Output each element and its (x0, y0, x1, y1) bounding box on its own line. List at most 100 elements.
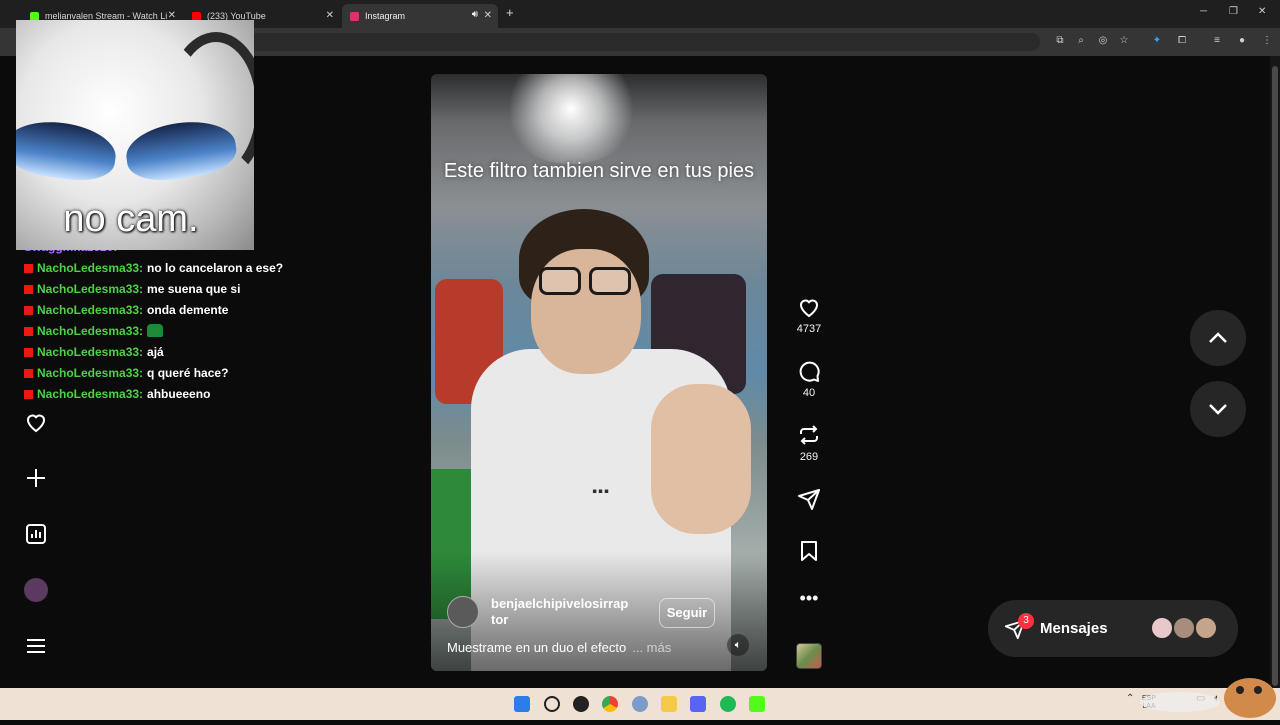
chat-message: q queré hace? (147, 366, 229, 380)
discord-icon[interactable] (690, 696, 706, 712)
search-icon[interactable] (544, 696, 560, 712)
shirt-print: ▪▪▪ (591, 484, 609, 500)
chrome-icon[interactable] (602, 696, 618, 712)
chat-line: NachoLedesma33: q queré hace? (24, 366, 404, 387)
chat-username: NachoLedesma33: (37, 345, 144, 359)
moderator-badge-icon (24, 390, 33, 399)
dashboard-icon[interactable] (24, 522, 48, 546)
kick-icon[interactable] (749, 696, 765, 712)
extensions-puzzle-icon[interactable]: ⧠ (1176, 35, 1188, 47)
reel-description: Muestrame en un duo el efecto ... más (447, 640, 671, 655)
tray-chevron-icon[interactable]: ⌃ (1126, 694, 1134, 704)
audio-track-thumbnail[interactable] (796, 643, 822, 669)
chat-username: NachoLedesma33: (37, 324, 144, 338)
chat-username: NachoLedesma33: (37, 303, 144, 317)
author-username[interactable]: benjaelchipivelosirraptor (491, 596, 631, 628)
comments-count: 40 (802, 387, 816, 399)
install-app-icon[interactable]: ⧉ (1054, 35, 1066, 47)
reel-video[interactable]: ▪▪▪ Este filtro tambien sirve en tus pie… (431, 74, 767, 671)
chat-message: onda demente (147, 303, 229, 317)
webcam-overlay: no cam. (16, 20, 254, 250)
chat-line: NachoLedesma33: no lo cancelaron a ese? (24, 261, 404, 282)
close-tab-icon[interactable]: ✕ (326, 10, 334, 21)
windows-start-icon[interactable] (514, 696, 530, 712)
new-tab-icon[interactable]: + (506, 5, 514, 20)
chevron-down-icon (1209, 404, 1227, 415)
tab-title: Instagram (365, 11, 406, 21)
contact-avatar (1172, 616, 1196, 640)
minimize-icon[interactable]: ─ (1200, 6, 1207, 17)
moderator-badge-icon (24, 306, 33, 315)
send-icon (798, 489, 820, 510)
heart-nav-icon[interactable] (24, 410, 48, 434)
scrollbar-thumb[interactable] (1272, 66, 1278, 686)
chat-username: NachoLedesma33: (37, 282, 144, 296)
reading-list-icon[interactable]: ≡ (1211, 35, 1223, 47)
previous-reel-button[interactable] (1190, 310, 1246, 366)
chat-line: NachoLedesma33: onda demente (24, 303, 404, 324)
profile-avatar-icon[interactable]: ● (1236, 35, 1248, 47)
cat-sticker-overlay (1140, 660, 1280, 720)
close-tab-icon[interactable]: ✕ (484, 10, 492, 21)
chat-line: NachoLedesma33: ahbueeeno (24, 387, 404, 408)
audio-playing-icon[interactable]: 🔊︎ (472, 9, 478, 20)
description-text: Muestrame en un duo el efecto (447, 640, 627, 655)
repost-button[interactable]: 269 (790, 423, 828, 463)
profile-avatar[interactable] (24, 578, 48, 602)
share-button[interactable] (790, 487, 828, 515)
more-link[interactable]: ... más (632, 640, 671, 655)
chat-line: NachoLedesma33: me suena que si (24, 282, 404, 303)
create-plus-icon[interactable] (24, 466, 48, 490)
bookmark-star-icon[interactable]: ☆ (1118, 35, 1130, 47)
moderator-badge-icon (24, 369, 33, 378)
extension-icon[interactable]: ✦ (1151, 35, 1163, 47)
cat-illustration (1140, 678, 1276, 718)
moderator-badge-icon (24, 348, 33, 357)
maximize-icon[interactable]: ❐ (1229, 6, 1238, 17)
follow-button[interactable]: Seguir (659, 598, 715, 628)
app-icon[interactable] (632, 696, 648, 712)
messages-button[interactable]: 3 Mensajes (988, 600, 1238, 657)
chat-message: no lo cancelaron a ese? (147, 261, 284, 275)
file-explorer-icon[interactable] (661, 696, 677, 712)
messages-label: Mensajes (1040, 620, 1108, 637)
obs-icon[interactable] (573, 696, 589, 712)
stream-chat-overlay: Swaggmnaze20: NachoLedesma33:no lo cance… (24, 240, 404, 408)
moderator-badge-icon (24, 327, 33, 336)
eye-off-icon[interactable]: ◎ (1097, 35, 1109, 47)
comment-button[interactable]: 40 (790, 359, 828, 399)
save-button[interactable] (790, 539, 828, 567)
chevron-up-icon (1209, 332, 1227, 343)
zoom-icon[interactable]: ⌕ (1075, 35, 1087, 47)
contact-avatar (1194, 616, 1218, 640)
close-window-icon[interactable]: ✕ (1258, 6, 1266, 17)
contact-avatar (1150, 616, 1174, 640)
chat-username: NachoLedesma33: (37, 387, 144, 401)
next-reel-button[interactable] (1190, 381, 1246, 437)
unread-badge: 3 (1018, 613, 1034, 629)
ceiling-light (501, 74, 641, 164)
tab-instagram[interactable]: Instagram 🔊︎ ✕ (342, 4, 498, 28)
chat-message: me suena que si (147, 282, 241, 296)
more-options-icon[interactable]: ••• (790, 589, 828, 607)
page-scrollbar[interactable] (1270, 56, 1280, 688)
repost-icon (800, 425, 818, 445)
chat-line: NachoLedesma33: (24, 324, 404, 345)
left-goggle-illustration (16, 115, 120, 186)
moderator-badge-icon (24, 285, 33, 294)
moderator-badge-icon (24, 264, 33, 273)
chat-message: ajá (147, 345, 164, 359)
mute-toggle-icon[interactable]: 🔈︎ (727, 634, 749, 656)
emote-icon (147, 324, 164, 337)
chat-message: ahbueeeno (147, 387, 211, 401)
spotify-icon[interactable] (720, 696, 736, 712)
chat-username: NachoLedesma33: (37, 366, 144, 380)
chat-line: NachoLedesma33: ajá (24, 345, 404, 366)
hamburger-menu-icon[interactable] (24, 634, 48, 658)
comment-icon (799, 361, 820, 382)
author-avatar[interactable] (447, 596, 479, 628)
like-button[interactable]: 4737 (790, 295, 828, 335)
chat-username: NachoLedesma33: (37, 261, 144, 275)
menu-kebab-icon[interactable]: ⋮ (1261, 35, 1273, 47)
reposts-count: 269 (799, 451, 819, 463)
